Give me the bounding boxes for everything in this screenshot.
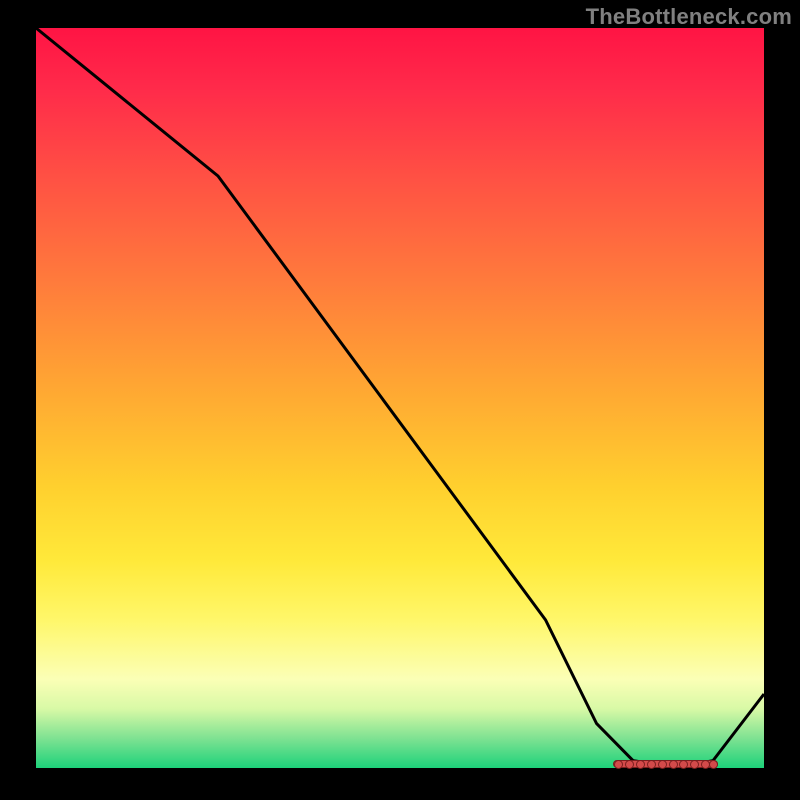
marker-dot bbox=[669, 760, 678, 769]
marker-dot bbox=[625, 760, 634, 769]
marker-dot bbox=[709, 760, 718, 769]
watermark-text: TheBottleneck.com bbox=[586, 4, 792, 30]
marker-dot bbox=[636, 760, 645, 769]
marker-dot bbox=[647, 760, 656, 769]
marker-dot bbox=[614, 760, 623, 769]
chart-frame: TheBottleneck.com bbox=[0, 0, 800, 800]
marker-dot bbox=[658, 760, 667, 769]
marker-layer bbox=[36, 28, 764, 768]
plot-area bbox=[36, 28, 764, 768]
